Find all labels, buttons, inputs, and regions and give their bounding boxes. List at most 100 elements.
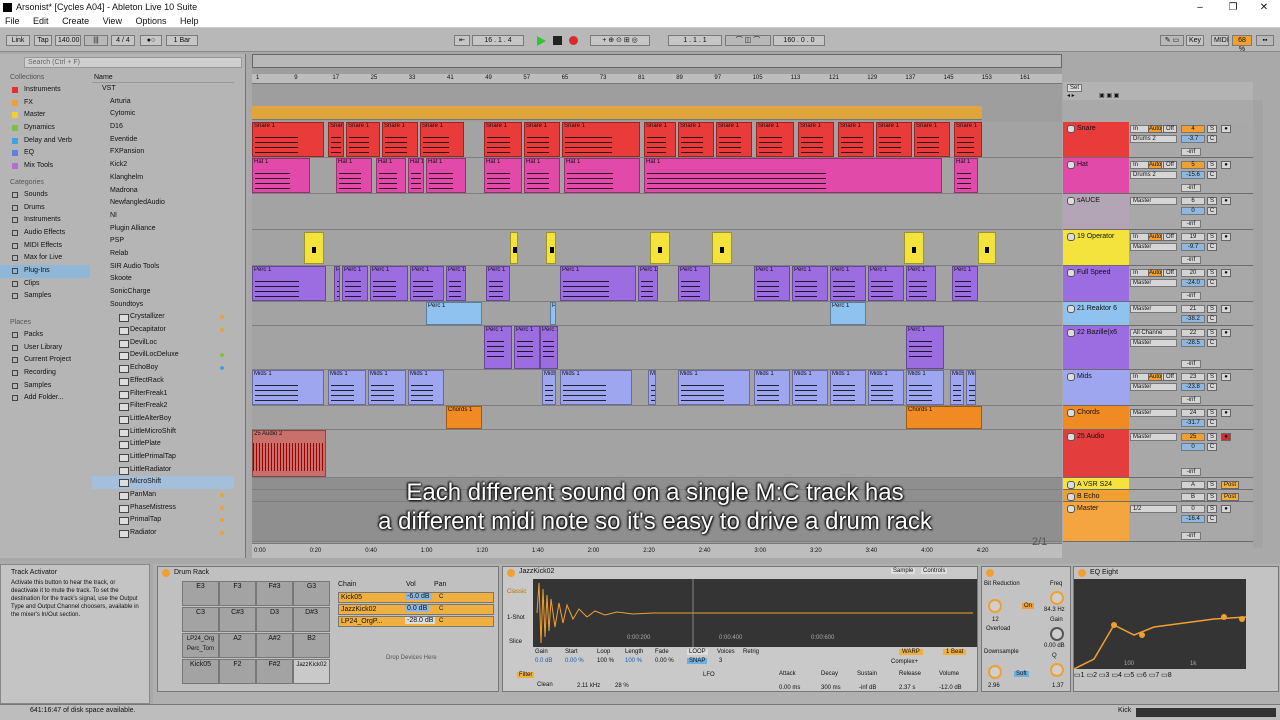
pan-field[interactable]: C — [1207, 315, 1217, 323]
slice-mode[interactable]: Slice — [509, 639, 522, 645]
auto-button[interactable]: Auto — [1148, 269, 1162, 277]
collection-master[interactable]: Master — [0, 109, 90, 122]
plugin-item[interactable]: LittleRadiator — [92, 464, 234, 477]
auto-button[interactable]: Auto — [1148, 373, 1162, 381]
sustain-value[interactable]: -inf dB — [859, 685, 876, 691]
filter-toggle[interactable]: Filter — [517, 672, 535, 678]
track-header[interactable]: A VSR S24AS●Post — [1063, 478, 1253, 490]
category-instruments[interactable]: Instruments — [0, 214, 90, 227]
track-name[interactable]: Full Speed — [1063, 266, 1129, 301]
clip[interactable]: Snare 1 — [420, 122, 464, 157]
q-knob[interactable] — [1050, 663, 1064, 677]
folder-item[interactable]: Skoote — [92, 273, 234, 286]
category-clips[interactable]: Clips — [0, 278, 90, 291]
track-name[interactable]: B Echo — [1063, 490, 1129, 501]
track-activator[interactable]: 19 — [1181, 233, 1205, 241]
tap-button[interactable]: Tap — [34, 35, 52, 46]
follow-icon[interactable]: ⇤ — [454, 35, 470, 46]
clip[interactable]: Mids 1 — [868, 370, 904, 405]
drum-pad[interactable]: C#3 — [219, 607, 256, 632]
clip[interactable]: Hat 1 — [408, 158, 424, 193]
volume-field[interactable]: -31.7 — [1181, 419, 1205, 427]
send-level[interactable]: -inf — [1181, 468, 1201, 476]
warp-mode[interactable]: Complex+ — [891, 659, 918, 665]
chain-volume[interactable]: -6.0 dB — [405, 593, 432, 600]
plugin-item[interactable]: PhaseMistress — [92, 502, 234, 515]
clip[interactable]: Hat 1 — [484, 158, 522, 193]
solo-button[interactable]: S — [1207, 305, 1217, 313]
track-activator[interactable]: 0 — [1181, 505, 1205, 513]
pan-field[interactable]: C — [1207, 135, 1217, 143]
volume-field[interactable]: 0 — [1181, 443, 1205, 451]
tempo-field[interactable]: 140.00 — [55, 35, 81, 46]
collection-mix-tools[interactable]: Mix Tools — [0, 160, 90, 173]
downsample-knob[interactable] — [988, 665, 1002, 679]
pan-field[interactable]: C — [1207, 207, 1217, 215]
arm-icon[interactable]: ● — [1221, 329, 1231, 337]
key-map-button[interactable]: Key — [1186, 35, 1204, 46]
drum-pad[interactable]: Kick05 — [182, 659, 219, 684]
category-plug-ins[interactable]: Plug-Ins — [0, 264, 90, 278]
drum-pad[interactable]: F#2 — [256, 659, 293, 684]
clip[interactable]: Mids 1 — [252, 370, 324, 405]
clip[interactable]: Mids 1 — [368, 370, 406, 405]
track-name[interactable]: sAUCE — [1063, 194, 1129, 229]
solo-button[interactable]: S — [1207, 329, 1217, 337]
record-icon[interactable] — [569, 36, 578, 45]
menu-create[interactable]: Create — [62, 16, 89, 26]
off-button[interactable]: Off — [1163, 269, 1177, 277]
post-button[interactable]: Post — [1221, 493, 1239, 501]
track-name[interactable]: Hat — [1063, 158, 1129, 193]
chain-pan[interactable]: C — [439, 618, 443, 624]
time-ruler[interactable]: 0:00 0:20 0:40 1:00 1:20 1:40 2:00 2:20 2:40 3:00… — [252, 543, 1062, 558]
track-name[interactable]: 21 Reaktor 6 — [1063, 302, 1129, 325]
device-on-icon[interactable] — [986, 569, 994, 577]
solo-button[interactable]: S — [1207, 197, 1217, 205]
clip[interactable] — [904, 232, 924, 264]
clip[interactable]: Perc 1 — [484, 326, 512, 369]
clip[interactable]: Perc 1 — [868, 266, 904, 301]
track-header[interactable]: sAUCE Master 6 0 S C ● -inf — [1063, 194, 1253, 230]
clip[interactable]: Hat 1 — [252, 158, 310, 193]
zoom-icons[interactable]: ◂ ▸ — [1067, 92, 1075, 99]
clip[interactable]: Snare 1 — [678, 122, 714, 157]
track-lane[interactable]: Chords 1 Chords 1 — [252, 406, 1062, 430]
midi-map-button[interactable]: MIDI — [1211, 35, 1229, 46]
clip[interactable]: 25 Audio 2 — [252, 430, 326, 477]
output-routing[interactable]: Master — [1130, 409, 1177, 417]
arm-icon[interactable]: ● — [1221, 233, 1231, 241]
send-level[interactable]: -inf — [1181, 292, 1201, 300]
chain-row[interactable]: LP24_OrgP... -28.0 dB C — [338, 616, 494, 627]
track-header[interactable]: Snare In Drums 2 Auto Off 4 -3.7 S C ● -inf — [1063, 122, 1253, 158]
folder-item[interactable]: Cytomic — [92, 108, 234, 121]
track-header[interactable]: 21 Reaktor 6 Master 21 -38.2 S C ● — [1063, 302, 1253, 326]
overdub-automation-icons[interactable]: + ⊕ ⊙ ⊞ ◎ — [590, 35, 650, 46]
clip[interactable] — [712, 232, 732, 264]
pan-field[interactable]: C — [1207, 339, 1217, 347]
solo-button[interactable]: S — [1207, 373, 1217, 381]
plugin-item[interactable]: LittleAlterBoy — [92, 413, 234, 426]
track-name[interactable]: 19 Operator — [1063, 230, 1129, 265]
menu-options[interactable]: Options — [135, 16, 166, 26]
track-activator[interactable]: 20 — [1181, 269, 1205, 277]
clip[interactable]: Snare 1 — [382, 122, 418, 157]
bits-knob[interactable] — [988, 599, 1002, 613]
drum-pad[interactable]: D3 — [256, 607, 293, 632]
plugin-item[interactable]: Decapitator — [92, 324, 234, 337]
pan-field[interactable]: C — [1207, 243, 1217, 251]
clip[interactable] — [304, 232, 324, 264]
drum-pad[interactable]: C3 — [182, 607, 219, 632]
send-level[interactable]: -inf — [1181, 220, 1201, 228]
volume-field[interactable]: 0 — [1181, 207, 1205, 215]
clip[interactable]: Snare 1 — [328, 122, 344, 157]
voices-value[interactable]: 3 — [719, 658, 722, 664]
solo-button[interactable]: S — [1207, 233, 1217, 241]
menu-view[interactable]: View — [103, 16, 122, 26]
waveform-display[interactable]: 0:00:200 0:00:400 0:00:600 — [533, 579, 977, 647]
clip[interactable]: Perc 1 — [342, 266, 368, 301]
track-header[interactable]: 25 Audio Master 25 0 S C ● -inf — [1063, 430, 1253, 478]
device-on-icon[interactable] — [162, 569, 170, 577]
track-overview-strip[interactable] — [1136, 708, 1276, 717]
clip[interactable]: Perc 1 — [830, 302, 866, 325]
song-position[interactable]: 16 . 1 . 4 — [472, 35, 524, 46]
